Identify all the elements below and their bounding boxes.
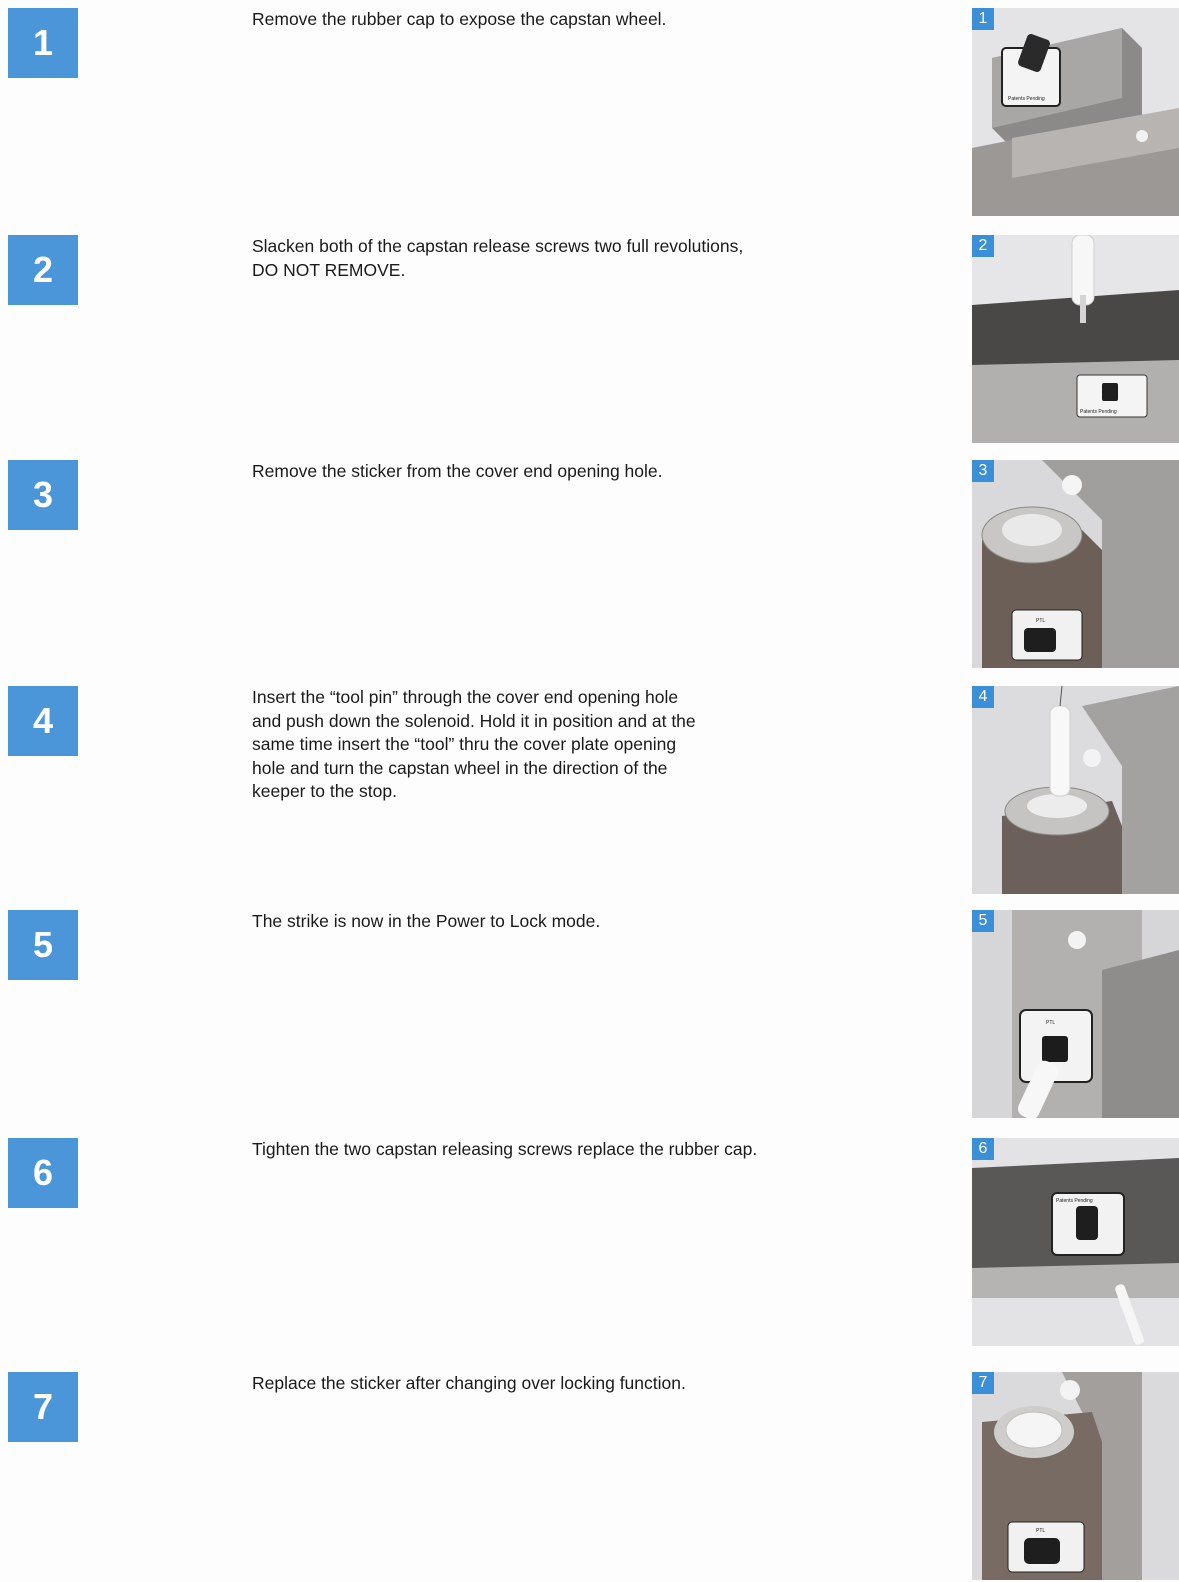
photo-number-tag: 6 (972, 1138, 994, 1160)
strike-photo-illustration (972, 686, 1179, 894)
step-instruction: Slacken both of the capstan release scre… (252, 236, 744, 280)
photo-sticker-ptl: PTL (1036, 618, 1045, 624)
strike-photo-illustration: Patents Pending (972, 1138, 1179, 1346)
strike-photo-illustration: Patents Pending (972, 235, 1179, 443)
step-5: 5 The strike is now in the Power to Lock… (0, 910, 1179, 1120)
step-4: 4 Insert the “tool pin” through the cove… (0, 686, 1179, 896)
step-photo: 6 Patents Pending (972, 1138, 1179, 1346)
step-instruction: Remove the rubber cap to expose the caps… (252, 9, 667, 29)
photo-sticker-patents: Patents Pending (1056, 1198, 1093, 1204)
step-6: 6 Tighten the two capstan releasing scre… (0, 1138, 1179, 1348)
step-instruction: Remove the sticker from the cover end op… (252, 461, 663, 481)
photo-sticker-patents: Patents Pending (1080, 409, 1117, 415)
step-number-badge: 7 (8, 1372, 78, 1442)
step-number-badge: 1 (8, 8, 78, 78)
strike-photo-illustration: PTL (972, 460, 1179, 668)
photo-number-tag: 1 (972, 8, 994, 30)
strike-photo-illustration: Patents Pending (972, 8, 1179, 216)
step-instruction: Insert the “tool pin” through the cover … (252, 687, 696, 801)
step-photo: 2 Patents Pending (972, 235, 1179, 443)
photo-number-tag: 2 (972, 235, 994, 257)
step-number-badge: 3 (8, 460, 78, 530)
step-number-badge: 6 (8, 1138, 78, 1208)
photo-number-tag: 7 (972, 1372, 994, 1394)
step-7: 7 Replace the sticker after changing ove… (0, 1372, 1179, 1582)
photo-sticker-patents: Patents Pending (1008, 96, 1045, 102)
step-photo: 5 PTL (972, 910, 1179, 1118)
step-photo: 7 PTL (972, 1372, 1179, 1580)
step-1: 1 Remove the rubber cap to expose the ca… (0, 8, 1179, 218)
step-2: 2 Slacken both of the capstan release sc… (0, 235, 1179, 445)
photo-sticker-ptl: PTL (1046, 1020, 1055, 1026)
step-photo: 1 Patents Pending (972, 8, 1179, 216)
step-instruction: The strike is now in the Power to Lock m… (252, 911, 601, 931)
strike-photo-illustration: PTL (972, 910, 1179, 1118)
photo-sticker-ptl: PTL (1036, 1528, 1045, 1534)
photo-number-tag: 3 (972, 460, 994, 482)
step-number-badge: 5 (8, 910, 78, 980)
step-instruction: Tighten the two capstan releasing screws… (252, 1139, 758, 1159)
step-3: 3 Remove the sticker from the cover end … (0, 460, 1179, 670)
step-number-badge: 2 (8, 235, 78, 305)
photo-number-tag: 4 (972, 686, 994, 708)
strike-photo-illustration: PTL (972, 1372, 1179, 1580)
step-number-badge: 4 (8, 686, 78, 756)
step-photo: 4 (972, 686, 1179, 894)
step-instruction: Replace the sticker after changing over … (252, 1373, 686, 1393)
photo-number-tag: 5 (972, 910, 994, 932)
step-photo: 3 PTL (972, 460, 1179, 668)
